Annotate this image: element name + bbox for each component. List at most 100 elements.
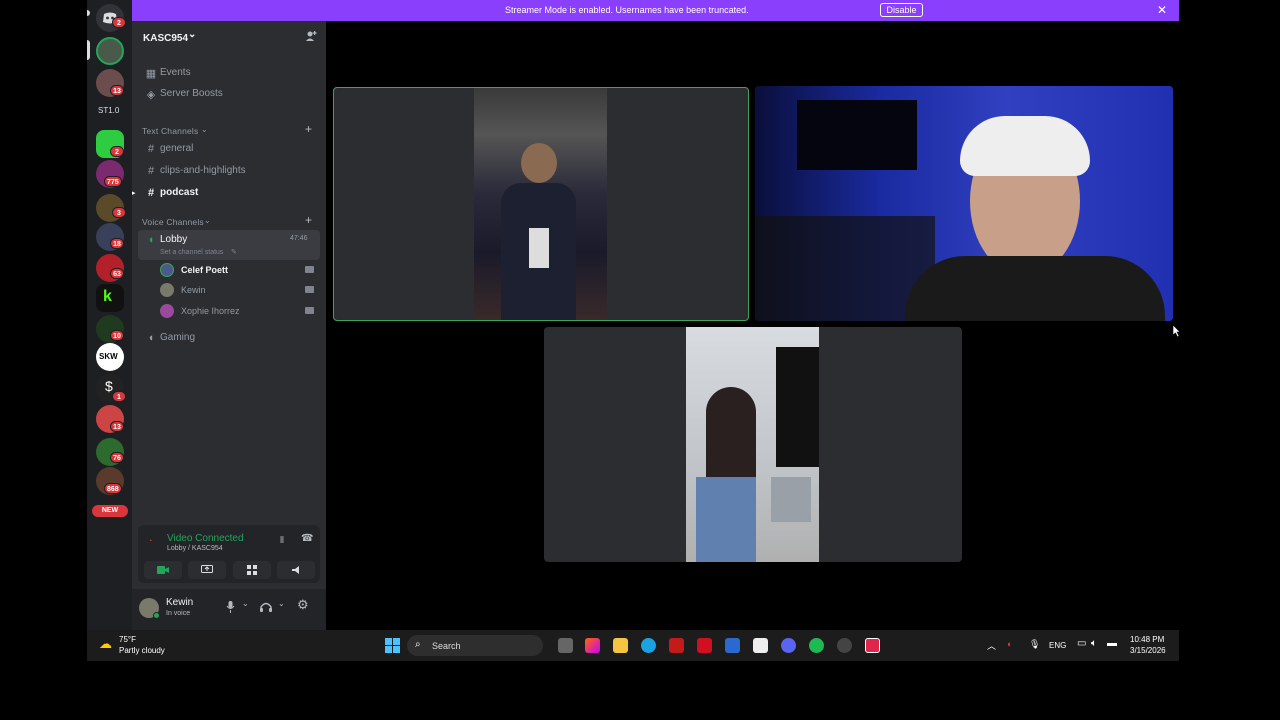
speaker-icon: ◖ <box>147 234 155 246</box>
video-icon <box>305 266 314 273</box>
language-indicator[interactable]: ENG <box>1049 641 1066 650</box>
member-name: Xophie Ihorrez <box>181 306 240 316</box>
activities-button[interactable] <box>233 561 271 579</box>
chevron-up-icon[interactable]: ︿ <box>987 639 996 652</box>
task-view-icon[interactable] <box>558 638 573 653</box>
calendar-icon: ▦ <box>145 68 157 80</box>
screen: 2 13 ST1.0 2 775 3 18 63 k 10 SKW $ 1 13… <box>0 0 1280 720</box>
weather-desc[interactable]: Partly cloudy <box>119 646 165 655</box>
user-status: In voice <box>166 610 191 617</box>
add-channel-icon[interactable]: + <box>305 213 312 227</box>
home-badge: 2 <box>112 17 126 28</box>
battery-icon[interactable]: ▬ <box>1107 638 1117 649</box>
headphones-icon[interactable] <box>260 600 272 618</box>
weather-temp[interactable]: 75°F <box>119 635 136 644</box>
server-badge: 775 <box>104 176 122 187</box>
signal-icon: ◔ <box>148 538 153 545</box>
file-explorer-icon[interactable] <box>613 638 628 653</box>
user-name[interactable]: Kewin <box>166 597 193 608</box>
voice-channel-lobby[interactable]: ◖ Lobby 47:46 Set a channel status ✎ <box>138 230 320 260</box>
soundboard-button[interactable] <box>277 561 315 579</box>
outlook-icon[interactable] <box>725 638 740 653</box>
server-icon-k[interactable]: k <box>96 284 124 312</box>
video-icon <box>305 286 314 293</box>
streamer-mode-banner: Streamer Mode is enabled. Usernames have… <box>132 0 1179 21</box>
close-icon[interactable]: ✕ <box>1157 3 1167 17</box>
store-icon[interactable] <box>753 638 768 653</box>
server-icon-white[interactable]: SKW <box>96 343 124 371</box>
member-name: Celef Poett <box>181 265 229 275</box>
gear-icon[interactable]: ⚙ <box>297 597 309 613</box>
channel-status-hint[interactable]: Set a channel status <box>160 249 223 256</box>
avatar <box>160 283 174 297</box>
tiktok-icon[interactable] <box>865 638 880 653</box>
discord-icon[interactable] <box>781 638 796 653</box>
channel-podcast[interactable]: # podcast <box>138 183 320 202</box>
video-tile-2[interactable] <box>755 86 1173 321</box>
add-channel-icon[interactable]: + <box>305 122 312 136</box>
disable-button[interactable]: Disable <box>880 3 923 17</box>
clock-date[interactable]: 3/15/2026 <box>1130 646 1166 655</box>
microphone-icon[interactable] <box>226 600 235 618</box>
camera-button[interactable] <box>144 561 182 579</box>
volume-icon[interactable]: 🔈︎ <box>1091 638 1097 649</box>
server-badge: 868 <box>104 483 122 494</box>
events-item[interactable]: ▦ Events <box>138 63 320 82</box>
video-tile-3[interactable] <box>544 327 962 562</box>
server-header[interactable]: KASC954 ⌄ <box>132 21 326 55</box>
category-voice-channels[interactable]: Voice Channels <box>142 217 204 227</box>
hash-icon: # <box>147 143 155 155</box>
server-st-label[interactable]: ST1.0 <box>98 106 119 115</box>
noise-suppression-icon[interactable]: ⦀ <box>280 535 284 546</box>
hash-icon: # <box>147 187 155 199</box>
server-badge: 1 <box>112 391 126 402</box>
app-icon[interactable] <box>697 638 712 653</box>
display-icon[interactable]: ▭ <box>1077 638 1086 649</box>
server-badge: 10 <box>110 330 124 341</box>
microphone-icon[interactable]: 🎙︎ <box>1029 639 1040 650</box>
chevron-down-icon[interactable]: ⌄ <box>278 599 285 608</box>
add-friend-icon[interactable] <box>305 30 317 45</box>
server-badge: 18 <box>110 238 124 249</box>
presence-dot <box>153 612 160 619</box>
obs-icon[interactable] <box>837 638 852 653</box>
new-badge[interactable]: NEW <box>92 505 128 517</box>
video-feed <box>474 88 607 320</box>
channel-general[interactable]: # general <box>138 139 320 158</box>
voice-member[interactable]: Xophie Ihorrez <box>160 302 320 320</box>
spotify-icon[interactable] <box>809 638 824 653</box>
server-boosts-label: Server Boosts <box>160 88 223 99</box>
user-panel: Kewin In voice ⌄ ⌄ ⚙ <box>132 589 326 630</box>
copilot-icon[interactable] <box>585 638 600 653</box>
voice-channel-gaming[interactable]: ◖ Gaming <box>138 328 320 347</box>
voice-member[interactable]: Celef Poett <box>160 261 320 279</box>
shield-icon[interactable] <box>669 638 684 653</box>
voice-location[interactable]: Lobby / KASC954 <box>167 545 223 552</box>
windows-start-icon[interactable] <box>385 638 400 655</box>
server-badge: 63 <box>110 268 124 279</box>
pencil-icon[interactable]: ✎ <box>231 248 237 256</box>
chevron-down-icon[interactable]: ⌄ <box>242 599 249 608</box>
avatar <box>160 263 174 277</box>
voice-status[interactable]: Video Connected <box>167 533 244 544</box>
server-boosts-item[interactable]: ◈ Server Boosts <box>138 84 320 103</box>
channel-label: general <box>160 143 194 154</box>
screen-share-button[interactable] <box>188 561 226 579</box>
disconnect-icon[interactable]: ☎ <box>301 533 313 544</box>
tray-app-icon[interactable]: ◐ <box>1007 639 1012 649</box>
clock-time[interactable]: 10:48 PM <box>1130 635 1164 644</box>
server-badge: 13 <box>110 85 124 96</box>
gaming-label: Gaming <box>160 332 196 343</box>
video-tile-1[interactable] <box>333 87 749 321</box>
video-icon <box>305 307 314 314</box>
server-icon-profile[interactable] <box>96 37 124 65</box>
voice-member[interactable]: Kewin <box>160 281 320 299</box>
channel-label: podcast <box>160 187 199 198</box>
unread-pill: ▸ <box>132 190 136 197</box>
edge-icon[interactable] <box>641 638 656 653</box>
channel-clips-and-highlights[interactable]: # clips-and-highlights <box>138 161 320 180</box>
weather-icon[interactable]: ☁ <box>99 636 112 652</box>
taskbar-search[interactable]: ⌕ Search <box>407 635 543 656</box>
category-text-channels[interactable]: Text Channels <box>142 126 198 136</box>
hash-icon: # <box>147 165 155 177</box>
